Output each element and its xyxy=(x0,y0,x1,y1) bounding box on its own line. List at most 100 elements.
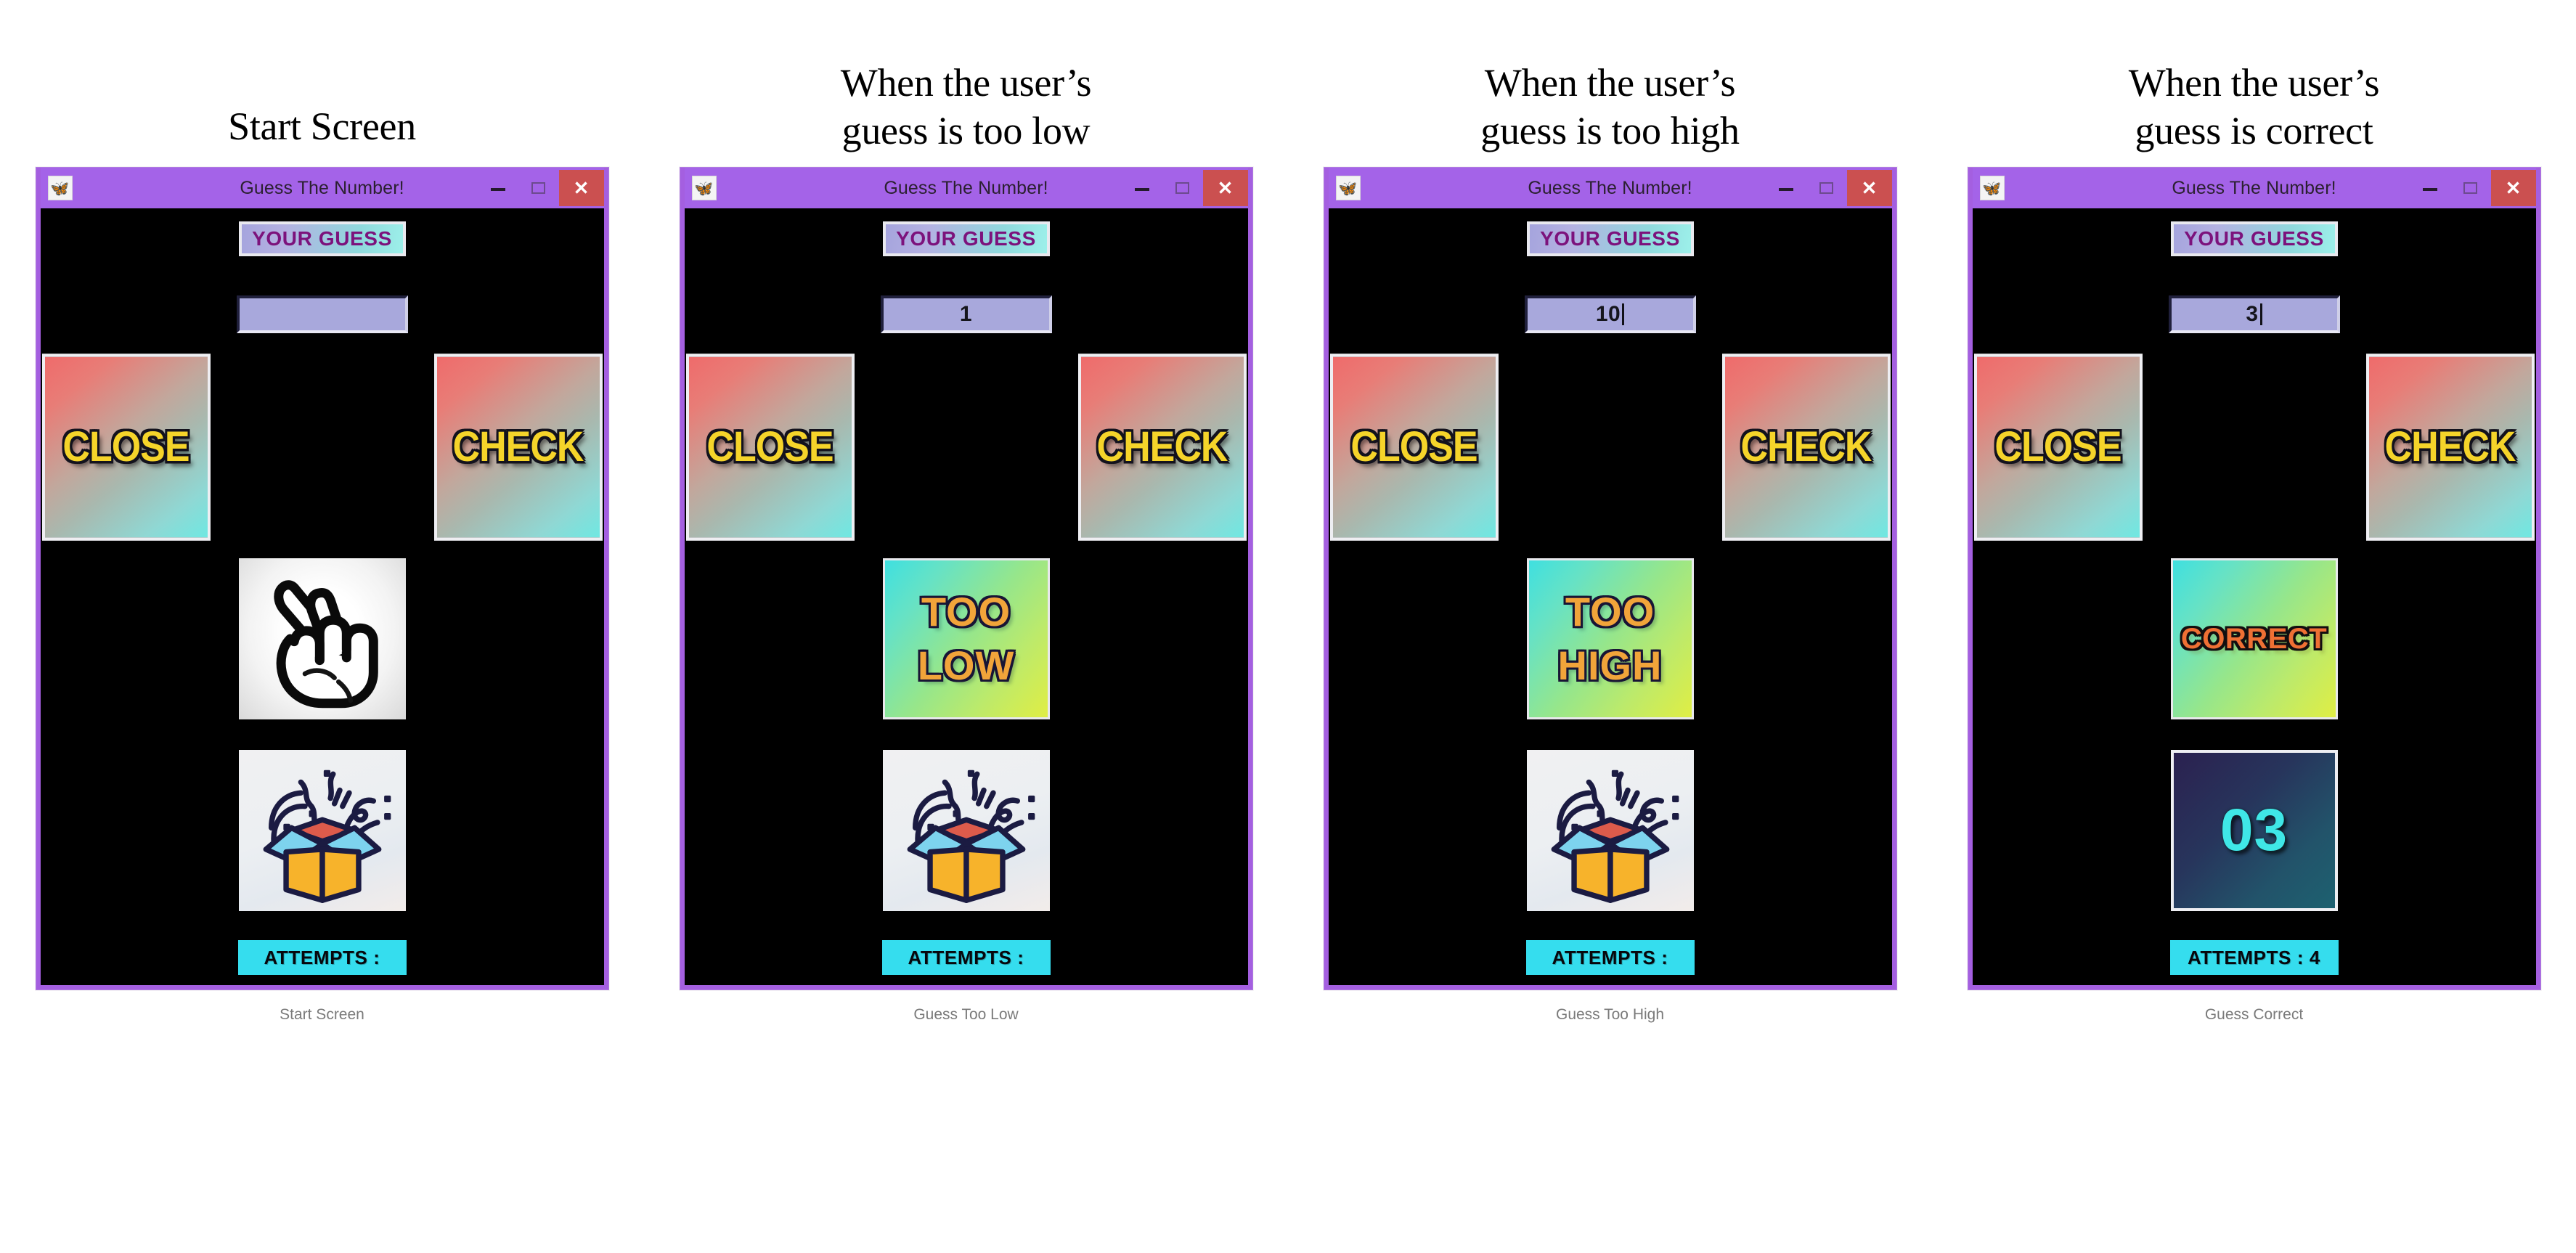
app-screen: YOUR GUESS CLOSE CHECK ATTEMPTS: xyxy=(40,208,604,985)
feedback-line: HIGH xyxy=(1557,642,1663,688)
minimize-icon xyxy=(1134,188,1149,191)
title-bar[interactable]: 🦋 Guess The Number! ✕ xyxy=(684,168,1248,208)
title-bar[interactable]: 🦋 Guess The Number! ✕ xyxy=(1972,168,2536,208)
close-icon: ✕ xyxy=(1861,177,1878,199)
your-guess-label: YOUR GUESS xyxy=(2170,221,2338,256)
attempts-bar: ATTEMPTS : 4 xyxy=(2169,940,2339,975)
panel-caption: Guess Correct xyxy=(2204,1006,2304,1023)
butterfly-glyph: 🦋 xyxy=(694,180,714,197)
app-window-too-low: 🦋 Guess The Number! ✕ YOUR GUESS 1 CLOSE… xyxy=(679,167,1253,990)
panel-heading: When the user’s guess is too low xyxy=(644,0,1288,167)
close-icon: ✕ xyxy=(1217,177,1234,199)
your-guess-label: YOUR GUESS xyxy=(882,221,1050,256)
gift-box-confetti-icon xyxy=(238,750,406,911)
close-window-button[interactable]: ✕ xyxy=(558,170,604,206)
check-button[interactable]: CHECK xyxy=(1077,354,1247,541)
guess-input-value: 10 xyxy=(1595,302,1621,326)
close-window-button[interactable]: ✕ xyxy=(1202,170,1248,206)
close-window-button[interactable]: ✕ xyxy=(2490,170,2536,206)
maximize-button[interactable] xyxy=(1162,168,1203,208)
heading-line: guess is correct xyxy=(2135,109,2373,153)
your-guess-label: YOUR GUESS xyxy=(1526,221,1694,256)
heading-line: When the user’s xyxy=(1484,61,1736,105)
maximize-button[interactable] xyxy=(2450,168,2491,208)
guess-input[interactable] xyxy=(236,295,408,333)
action-button-row: CLOSE CHECK xyxy=(1973,354,2536,541)
butterfly-app-icon: 🦋 xyxy=(1979,176,2005,200)
maximize-icon xyxy=(1175,182,1189,194)
check-button[interactable]: CHECK xyxy=(2365,354,2535,541)
crossed-fingers-icon xyxy=(238,558,406,719)
minimize-button[interactable] xyxy=(1766,168,1806,208)
title-bar[interactable]: 🦋 Guess The Number! ✕ xyxy=(1328,168,1892,208)
text-caret xyxy=(2259,303,2262,325)
your-guess-label: YOUR GUESS xyxy=(238,221,406,256)
check-button[interactable]: CHECK xyxy=(433,354,603,541)
text-caret xyxy=(1622,303,1625,325)
minimize-icon xyxy=(1778,188,1793,191)
heading-line: guess is too high xyxy=(1480,109,1740,153)
action-button-row: CLOSE CHECK xyxy=(41,354,604,541)
guess-input[interactable]: 3 xyxy=(2168,295,2340,333)
action-button-row: CLOSE CHECK xyxy=(685,354,1248,541)
slide-canvas: Start Screen 🦋 Guess The Number! ✕ YOUR … xyxy=(0,0,2576,1253)
too-low-badge: TOO LOW xyxy=(882,558,1050,719)
maximize-icon xyxy=(531,182,545,194)
maximize-icon xyxy=(2463,182,2477,194)
close-button[interactable]: CLOSE xyxy=(1329,354,1499,541)
guess-input-value: 3 xyxy=(2246,302,2259,326)
attempts-bar: ATTEMPTS : xyxy=(881,940,1051,975)
correct-badge: CORRECT xyxy=(2170,558,2338,719)
action-button-row: CLOSE CHECK xyxy=(1329,354,1892,541)
panel-heading: When the user’s guess is correct xyxy=(1932,0,2576,167)
too-high-badge: TOO HIGH xyxy=(1526,558,1694,719)
gift-box-confetti-icon xyxy=(882,750,1050,911)
panel-heading: Start Screen xyxy=(0,0,644,167)
check-button[interactable]: CHECK xyxy=(1721,354,1891,541)
maximize-button[interactable] xyxy=(1806,168,1847,208)
panel-guess-correct: When the user’s guess is correct 🦋 Guess… xyxy=(1932,0,2576,1253)
close-button[interactable]: CLOSE xyxy=(1973,354,2143,541)
maximize-icon xyxy=(1819,182,1833,194)
heading-text-2: When the user’s guess is too low xyxy=(841,60,1092,155)
butterfly-glyph: 🦋 xyxy=(50,180,70,197)
heading-line: When the user’s xyxy=(2128,61,2380,105)
panel-start-screen: Start Screen 🦋 Guess The Number! ✕ YOUR … xyxy=(0,0,644,1253)
attempts-bar: ATTEMPTS : xyxy=(1525,940,1695,975)
heading-line: guess is too low xyxy=(841,109,1091,153)
window-controls: ✕ xyxy=(2410,168,2536,208)
close-button[interactable]: CLOSE xyxy=(685,354,855,541)
heading-text-3: When the user’s guess is too high xyxy=(1480,60,1740,155)
butterfly-app-icon: 🦋 xyxy=(47,176,73,200)
guess-input-value: 1 xyxy=(959,302,973,326)
butterfly-glyph: 🦋 xyxy=(1982,180,2002,197)
panel-caption: Start Screen xyxy=(280,1006,364,1023)
app-window-start: 🦋 Guess The Number! ✕ YOUR GUESS CLOSE C… xyxy=(35,167,609,990)
title-bar[interactable]: 🦋 Guess The Number! ✕ xyxy=(40,168,604,208)
guess-input[interactable]: 1 xyxy=(880,295,1052,333)
minimize-button[interactable] xyxy=(1122,168,1162,208)
app-screen: YOUR GUESS 10 CLOSE CHECK TOO HIGH ATTEM… xyxy=(1328,208,1892,985)
feedback-line: TOO xyxy=(921,589,1011,634)
close-icon: ✕ xyxy=(573,177,590,199)
secret-number-display: 03 xyxy=(2170,750,2338,911)
butterfly-app-icon: 🦋 xyxy=(1335,176,1361,200)
feedback-line: TOO xyxy=(1565,589,1655,634)
attempts-bar: ATTEMPTS : xyxy=(237,940,407,975)
butterfly-app-icon: 🦋 xyxy=(691,176,717,200)
panel-guess-too-low: When the user’s guess is too low 🦋 Guess… xyxy=(644,0,1288,1253)
feedback-line: CORRECT xyxy=(2180,623,2328,655)
feedback-line: LOW xyxy=(917,642,1015,688)
close-window-button[interactable]: ✕ xyxy=(1846,170,1892,206)
close-button[interactable]: CLOSE xyxy=(41,354,211,541)
app-screen: YOUR GUESS 3 CLOSE CHECK CORRECT 03 ATTE… xyxy=(1972,208,2536,985)
maximize-button[interactable] xyxy=(518,168,559,208)
minimize-button[interactable] xyxy=(478,168,518,208)
minimize-icon xyxy=(2422,188,2437,191)
window-controls: ✕ xyxy=(1122,168,1248,208)
heading-text-4: When the user’s guess is correct xyxy=(2128,60,2380,155)
guess-input[interactable]: 10 xyxy=(1524,295,1696,333)
minimize-button[interactable] xyxy=(2410,168,2450,208)
heading-line: Start Screen xyxy=(228,105,416,149)
panel-caption: Guess Too High xyxy=(1555,1006,1665,1023)
